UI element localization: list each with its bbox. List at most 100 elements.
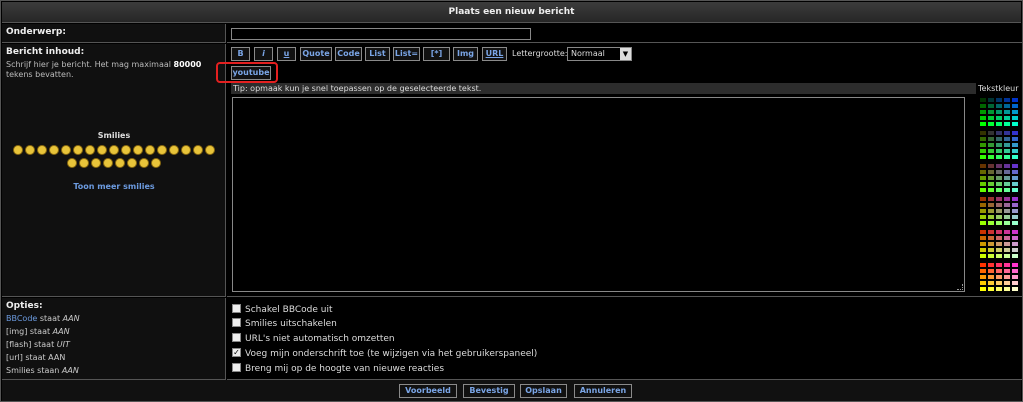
preview-button[interactable]: Voorbeeld bbox=[399, 384, 457, 398]
code-button[interactable]: Code bbox=[335, 47, 362, 61]
font-size-value: Normaal bbox=[571, 49, 605, 58]
option-checkbox-row[interactable]: Smilies uitschakelen bbox=[232, 317, 337, 331]
color-swatch[interactable] bbox=[987, 154, 995, 160]
color-swatch[interactable] bbox=[1003, 286, 1011, 292]
smiley-icon[interactable] bbox=[49, 144, 59, 155]
color-swatch[interactable] bbox=[995, 220, 1003, 226]
color-swatch[interactable] bbox=[995, 253, 1003, 259]
underline-button[interactable]: u bbox=[277, 47, 296, 61]
smiley-icon[interactable] bbox=[61, 144, 71, 155]
color-swatch[interactable] bbox=[1003, 253, 1011, 259]
color-swatch[interactable] bbox=[979, 187, 987, 193]
color-swatch[interactable] bbox=[979, 121, 987, 127]
smiley-icon[interactable] bbox=[79, 157, 89, 168]
form-title: Plaats een nieuw bericht bbox=[2, 2, 1021, 23]
cancel-button[interactable]: Annuleren bbox=[574, 384, 632, 398]
color-swatch[interactable] bbox=[1003, 154, 1011, 160]
color-swatch[interactable] bbox=[995, 121, 1003, 127]
smiley-icon[interactable] bbox=[13, 144, 23, 155]
smiley-icon[interactable] bbox=[157, 144, 167, 155]
color-swatch[interactable] bbox=[979, 286, 987, 292]
option-checkbox-row[interactable]: Schakel BBCode uit bbox=[232, 303, 333, 317]
chevron-down-icon: ▼ bbox=[620, 48, 631, 60]
image-button[interactable]: Img bbox=[453, 47, 478, 61]
font-size-select[interactable]: Normaal ▼ bbox=[567, 47, 632, 61]
color-swatch[interactable] bbox=[1003, 187, 1011, 193]
color-swatch[interactable] bbox=[1011, 286, 1019, 292]
color-swatch[interactable] bbox=[1011, 187, 1019, 193]
url-button[interactable]: URL bbox=[482, 47, 507, 61]
submit-button[interactable]: Bevestig bbox=[463, 384, 515, 398]
smiley-icon[interactable] bbox=[145, 144, 155, 155]
smiley-icon[interactable] bbox=[151, 157, 161, 168]
max-chars: 80000 bbox=[173, 60, 202, 69]
color-swatch[interactable] bbox=[1011, 154, 1019, 160]
color-swatch[interactable] bbox=[995, 154, 1003, 160]
list-item-button[interactable]: [*] bbox=[423, 47, 450, 61]
color-swatch[interactable] bbox=[979, 154, 987, 160]
color-swatch[interactable] bbox=[987, 286, 995, 292]
text-color-label: Tekstkleur bbox=[978, 84, 1019, 93]
smiley-icon[interactable] bbox=[115, 157, 125, 168]
option-checkbox-row[interactable]: Breng mij op de hoogte van nieuwe reacti… bbox=[232, 362, 444, 376]
color-swatch[interactable] bbox=[987, 253, 995, 259]
color-swatch[interactable] bbox=[979, 220, 987, 226]
smiley-icon[interactable] bbox=[85, 144, 95, 155]
italic-button[interactable]: i bbox=[254, 47, 273, 61]
bold-button[interactable]: B bbox=[231, 47, 250, 61]
ordered-list-button[interactable]: List= bbox=[393, 47, 420, 61]
checkbox[interactable] bbox=[232, 318, 241, 327]
option-checkbox-row[interactable]: ✓ Voeg mijn onderschrift toe (te wijzigen… bbox=[232, 347, 537, 361]
message-description: Schrijf hier je bericht. Het mag maximaa… bbox=[6, 60, 202, 79]
smiley-icon[interactable] bbox=[121, 144, 131, 155]
font-size-label: Lettergrootte: bbox=[512, 49, 568, 58]
color-swatch[interactable] bbox=[987, 220, 995, 226]
checkbox-checked[interactable]: ✓ bbox=[232, 348, 241, 357]
option-status-line: BBCode staat AAN bbox=[6, 314, 80, 323]
smiley-icon[interactable] bbox=[25, 144, 35, 155]
color-swatch[interactable] bbox=[995, 187, 1003, 193]
post-form: Plaats een nieuw bericht Onderwerp: Beri… bbox=[0, 0, 1023, 402]
checkbox[interactable] bbox=[232, 304, 241, 313]
smiley-icon[interactable] bbox=[67, 157, 77, 168]
quote-button[interactable]: Quote bbox=[300, 47, 332, 61]
smiley-icon[interactable] bbox=[193, 144, 203, 155]
smiley-icon[interactable] bbox=[181, 144, 191, 155]
save-button[interactable]: Opslaan bbox=[520, 384, 567, 398]
list-button[interactable]: List bbox=[365, 47, 390, 61]
bbcode-link[interactable]: BBCode bbox=[6, 314, 37, 323]
color-swatch[interactable] bbox=[1003, 121, 1011, 127]
subject-label: Onderwerp: bbox=[6, 27, 66, 37]
color-swatch[interactable] bbox=[979, 253, 987, 259]
color-swatch[interactable] bbox=[1003, 220, 1011, 226]
smiley-icon[interactable] bbox=[73, 144, 83, 155]
color-swatch[interactable] bbox=[995, 286, 1003, 292]
smiley-icon[interactable] bbox=[139, 157, 149, 168]
checkbox[interactable] bbox=[232, 333, 241, 342]
smiley-icon[interactable] bbox=[37, 144, 47, 155]
option-status-line: [flash] staat UIT bbox=[6, 340, 70, 349]
options-label-cell: Opties: BBCode staat AAN [img] staat AAN [… bbox=[2, 298, 226, 380]
smiley-icon[interactable] bbox=[133, 144, 143, 155]
color-swatch[interactable] bbox=[1011, 121, 1019, 127]
form-footer: Voorbeeld Bevestig Opslaan Annuleren bbox=[2, 380, 1021, 401]
smiley-icon[interactable] bbox=[97, 144, 107, 155]
smiley-icon[interactable] bbox=[169, 144, 179, 155]
color-swatch[interactable] bbox=[987, 187, 995, 193]
checkbox[interactable] bbox=[232, 363, 241, 372]
options-status-list: BBCode staat AAN [img] staat AAN [flash] s… bbox=[2, 312, 225, 377]
smiley-icon[interactable] bbox=[109, 144, 119, 155]
smiley-icon[interactable] bbox=[91, 157, 101, 168]
smiley-icon[interactable] bbox=[205, 144, 215, 155]
more-smilies-link[interactable]: Toon meer smilies bbox=[2, 182, 226, 191]
message-textarea[interactable] bbox=[232, 97, 965, 292]
color-swatch[interactable] bbox=[1011, 220, 1019, 226]
color-swatch[interactable] bbox=[1011, 253, 1019, 259]
color-swatch[interactable] bbox=[987, 121, 995, 127]
option-checkbox-row[interactable]: URL's niet automatisch omzetten bbox=[232, 332, 395, 346]
smiley-icon[interactable] bbox=[127, 157, 137, 168]
subject-input[interactable] bbox=[231, 28, 531, 40]
checkbox-label: URL's niet automatisch omzetten bbox=[245, 334, 395, 344]
resize-grip-icon[interactable] bbox=[957, 284, 963, 290]
smiley-icon[interactable] bbox=[103, 157, 113, 168]
